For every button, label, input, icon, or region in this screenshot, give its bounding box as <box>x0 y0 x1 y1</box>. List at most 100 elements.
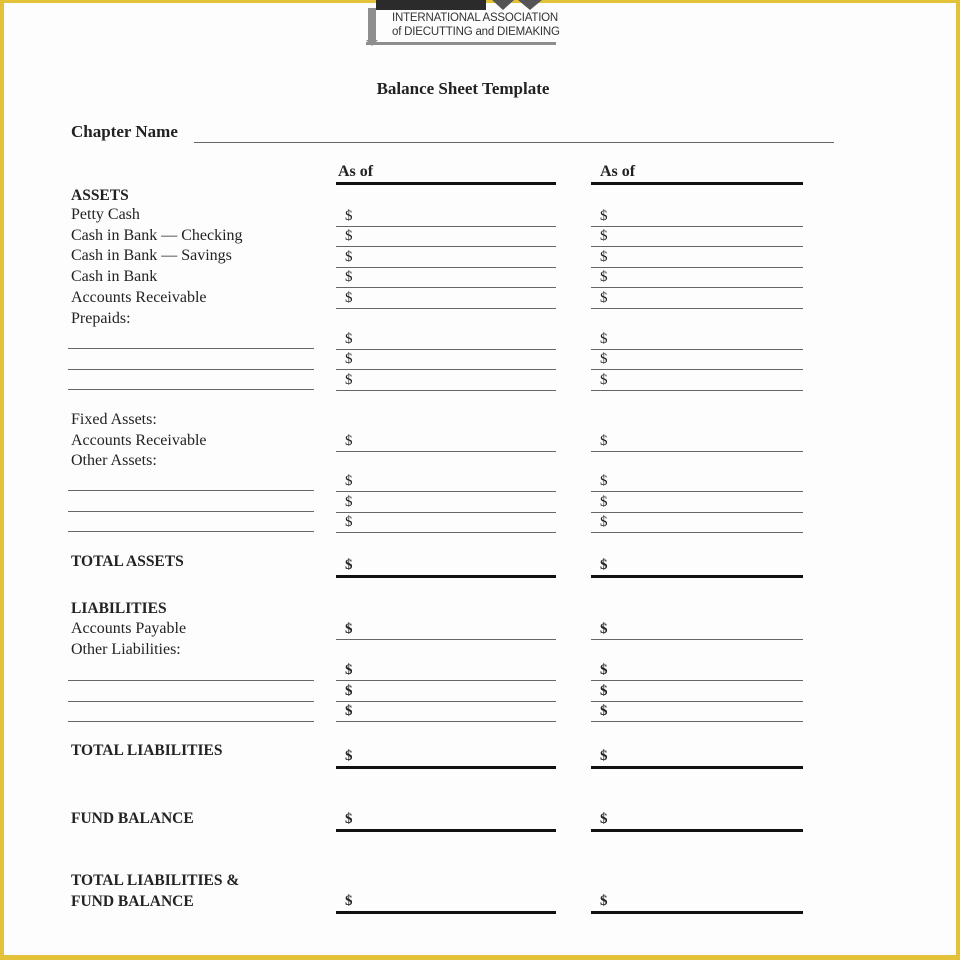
amount-field-prepaid-2-col1[interactable]: $ <box>336 349 556 370</box>
amount-field-cash-bank-col2[interactable]: $ <box>591 267 803 288</box>
other-liability-name-field[interactable] <box>68 701 314 702</box>
amount-underline <box>591 308 803 309</box>
amount-field-accounts-receivable-col2[interactable]: $ <box>591 288 803 309</box>
amount-field-cash-checking-col2[interactable]: $ <box>591 226 803 247</box>
amount-field-other-asset-2-col1[interactable]: $ <box>336 492 556 513</box>
amount-field-cash-checking-col1[interactable]: $ <box>336 226 556 247</box>
prepaid-name-field[interactable] <box>68 389 314 390</box>
amount-field-other-liability-2-col1[interactable]: $ <box>336 681 556 702</box>
dollar-sign: $ <box>600 703 608 719</box>
amount-underline <box>336 766 556 769</box>
amount-field-other-asset-3-col1[interactable]: $ <box>336 512 556 533</box>
logo-rule <box>366 42 556 45</box>
dollar-sign: $ <box>345 557 353 573</box>
dollar-sign: $ <box>345 331 353 347</box>
logo-stem <box>368 8 376 42</box>
amount-underline <box>336 575 556 578</box>
amount-field-other-liability-2-col2[interactable]: $ <box>591 681 803 702</box>
dollar-sign: $ <box>600 514 608 530</box>
amount-field-other-asset-1-col1[interactable]: $ <box>336 471 556 492</box>
amount-field-prepaid-3-col2[interactable]: $ <box>591 370 803 391</box>
logo-text-line1: INTERNATIONAL ASSOCIATION <box>392 12 559 24</box>
amount-underline <box>591 451 803 452</box>
other-asset-name-field[interactable] <box>68 511 314 512</box>
dollar-sign: $ <box>600 662 608 678</box>
amount-field-other-liability-1-col2[interactable]: $ <box>591 660 803 681</box>
dollar-sign: $ <box>345 893 353 909</box>
other-liability-name-field[interactable] <box>68 680 314 681</box>
label-prepaids: Prepaids: <box>71 310 131 327</box>
other-asset-name-field[interactable] <box>68 531 314 532</box>
dollar-sign: $ <box>345 228 353 244</box>
dollar-sign: $ <box>600 433 608 449</box>
dollar-sign: $ <box>600 331 608 347</box>
iadd-logo: INTERNATIONAL ASSOCIATION of DIECUTTING … <box>366 0 560 50</box>
column-date-field-1[interactable] <box>336 182 556 185</box>
assets-heading: ASSETS <box>71 187 129 204</box>
chapter-name-field[interactable] <box>194 142 834 143</box>
amount-field-prepaid-2-col2[interactable]: $ <box>591 349 803 370</box>
dollar-sign: $ <box>600 748 608 764</box>
amount-field-total-liabilities-col1[interactable]: $ <box>336 746 556 769</box>
dollar-sign: $ <box>600 494 608 510</box>
amount-field-prepaid-1-col1[interactable]: $ <box>336 329 556 350</box>
dollar-sign: $ <box>600 473 608 489</box>
amount-field-accounts-payable-col2[interactable]: $ <box>591 619 803 640</box>
amount-field-cash-savings-col2[interactable]: $ <box>591 247 803 268</box>
amount-field-other-liability-3-col1[interactable]: $ <box>336 701 556 722</box>
dollar-sign: $ <box>600 249 608 265</box>
amount-underline <box>336 532 556 533</box>
other-asset-name-field[interactable] <box>68 490 314 491</box>
column-date-field-2[interactable] <box>591 182 803 185</box>
amount-field-fund-balance-col1[interactable]: $ <box>336 809 556 832</box>
amount-field-accounts-payable-col1[interactable]: $ <box>336 619 556 640</box>
prepaid-name-field[interactable] <box>68 348 314 349</box>
dollar-sign: $ <box>345 683 353 699</box>
dollar-sign: $ <box>345 351 353 367</box>
label-other-assets: Other Assets: <box>71 452 157 469</box>
amount-field-cash-bank-col1[interactable]: $ <box>336 267 556 288</box>
dollar-sign: $ <box>345 748 353 764</box>
amount-field-fund-balance-col2[interactable]: $ <box>591 809 803 832</box>
dollar-sign: $ <box>345 208 353 224</box>
dollar-sign: $ <box>600 290 608 306</box>
amount-field-other-asset-3-col2[interactable]: $ <box>591 512 803 533</box>
amount-field-petty-cash-col2[interactable]: $ <box>591 206 803 227</box>
dollar-sign: $ <box>600 372 608 388</box>
chapter-name-label: Chapter Name <box>71 122 178 141</box>
liabilities-heading: LIABILITIES <box>71 600 167 617</box>
dollar-sign: $ <box>345 269 353 285</box>
amount-field-total-liabilities-col2[interactable]: $ <box>591 746 803 769</box>
amount-field-other-liability-1-col1[interactable]: $ <box>336 660 556 681</box>
amount-field-accounts-receivable-col1[interactable]: $ <box>336 288 556 309</box>
amount-field-other-liability-3-col2[interactable]: $ <box>591 701 803 722</box>
amount-field-total-assets-col2[interactable]: $ <box>591 555 803 578</box>
amount-field-petty-cash-col1[interactable]: $ <box>336 206 556 227</box>
amount-field-total-liab-fund-col1[interactable]: $ <box>336 891 556 914</box>
dollar-sign: $ <box>600 683 608 699</box>
dollar-sign: $ <box>600 621 608 637</box>
dollar-sign: $ <box>345 621 353 637</box>
column-header-2: As of <box>600 163 636 180</box>
amount-field-total-liab-fund-col2[interactable]: $ <box>591 891 803 914</box>
amount-field-other-asset-2-col2[interactable]: $ <box>591 492 803 513</box>
other-liability-name-field[interactable] <box>68 721 314 722</box>
dollar-sign: $ <box>345 290 353 306</box>
amount-field-fixed-accounts-receivable-col2[interactable]: $ <box>591 431 803 452</box>
label-petty-cash: Petty Cash <box>71 206 140 223</box>
amount-underline <box>336 451 556 452</box>
amount-field-prepaid-3-col1[interactable]: $ <box>336 370 556 391</box>
label-fixed-accounts-receivable: Accounts Receivable <box>71 432 207 449</box>
dollar-sign: $ <box>600 269 608 285</box>
amount-underline <box>591 829 803 832</box>
amount-underline <box>591 721 803 722</box>
prepaid-name-field[interactable] <box>68 369 314 370</box>
amount-underline <box>336 911 556 914</box>
amount-field-fixed-accounts-receivable-col1[interactable]: $ <box>336 431 556 452</box>
amount-field-total-assets-col1[interactable]: $ <box>336 555 556 578</box>
amount-field-prepaid-1-col2[interactable]: $ <box>591 329 803 350</box>
amount-field-cash-savings-col1[interactable]: $ <box>336 247 556 268</box>
amount-field-other-asset-1-col2[interactable]: $ <box>591 471 803 492</box>
label-cash-bank: Cash in Bank <box>71 268 158 285</box>
dollar-sign: $ <box>345 494 353 510</box>
